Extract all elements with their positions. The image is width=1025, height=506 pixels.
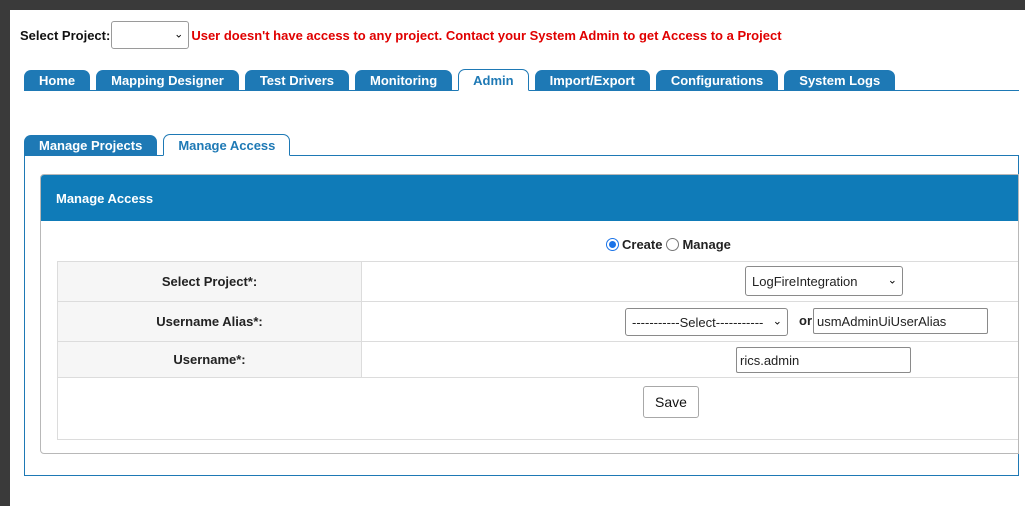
access-form: Select Project*: LogFireIntegration ⌄ Us… — [57, 261, 1018, 440]
project-dropdown[interactable]: LogFireIntegration ⌄ — [745, 266, 903, 296]
app-window: Select Project: ⌄ User doesn't have acce… — [10, 10, 1025, 506]
mode-radio-group: Create Manage — [606, 237, 731, 252]
card-title: Manage Access — [41, 175, 1018, 221]
select-project-field-label: Select Project*: — [57, 261, 362, 302]
chevron-down-icon: ⌄ — [772, 315, 782, 328]
chevron-down-icon: ⌄ — [887, 274, 897, 287]
tab-system-logs[interactable]: System Logs — [784, 70, 896, 90]
select-project-label: Select Project: — [20, 27, 111, 43]
tab-test-drivers[interactable]: Test Drivers — [244, 70, 349, 90]
project-select[interactable]: ⌄ — [111, 21, 190, 49]
manage-radio-label: Manage — [682, 237, 731, 252]
project-dropdown-value: LogFireIntegration — [752, 273, 858, 289]
create-radio[interactable] — [606, 238, 619, 251]
alias-dropdown[interactable]: -----------Select----------- ⌄ — [625, 308, 788, 336]
alias-dropdown-value: -----------Select----------- — [632, 314, 764, 330]
manage-access-card: Manage Access Create Manage Select Proje… — [40, 174, 1019, 454]
project-bar: Select Project: ⌄ User doesn't have acce… — [20, 20, 782, 50]
tab-admin[interactable]: Admin — [458, 69, 529, 91]
tab-monitoring[interactable]: Monitoring — [355, 70, 453, 90]
tab-manage-projects[interactable]: Manage Projects — [24, 135, 158, 155]
tab-configurations[interactable]: Configurations — [655, 70, 779, 90]
create-radio-label: Create — [622, 237, 663, 252]
sub-tabs: Manage Projects Manage Access — [24, 134, 1019, 156]
chevron-down-icon: ⌄ — [174, 28, 184, 41]
alias-input[interactable]: usmAdminUiUserAlias — [813, 308, 988, 334]
save-button[interactable]: Save — [643, 386, 699, 418]
tab-import-export[interactable]: Import/Export — [534, 70, 650, 90]
tab-manage-access[interactable]: Manage Access — [163, 134, 291, 156]
main-tabs: Home Mapping Designer Test Drivers Monit… — [24, 69, 1019, 91]
username-label: Username*: — [57, 341, 362, 378]
username-alias-label: Username Alias*: — [57, 301, 362, 342]
manage-radio[interactable] — [666, 238, 680, 251]
no-access-warning: User doesn't have access to any project.… — [191, 27, 782, 43]
username-input[interactable]: rics.admin — [736, 347, 911, 373]
or-label: or — [799, 313, 812, 328]
tab-home[interactable]: Home — [24, 70, 91, 90]
tab-mapping-designer[interactable]: Mapping Designer — [96, 70, 239, 90]
